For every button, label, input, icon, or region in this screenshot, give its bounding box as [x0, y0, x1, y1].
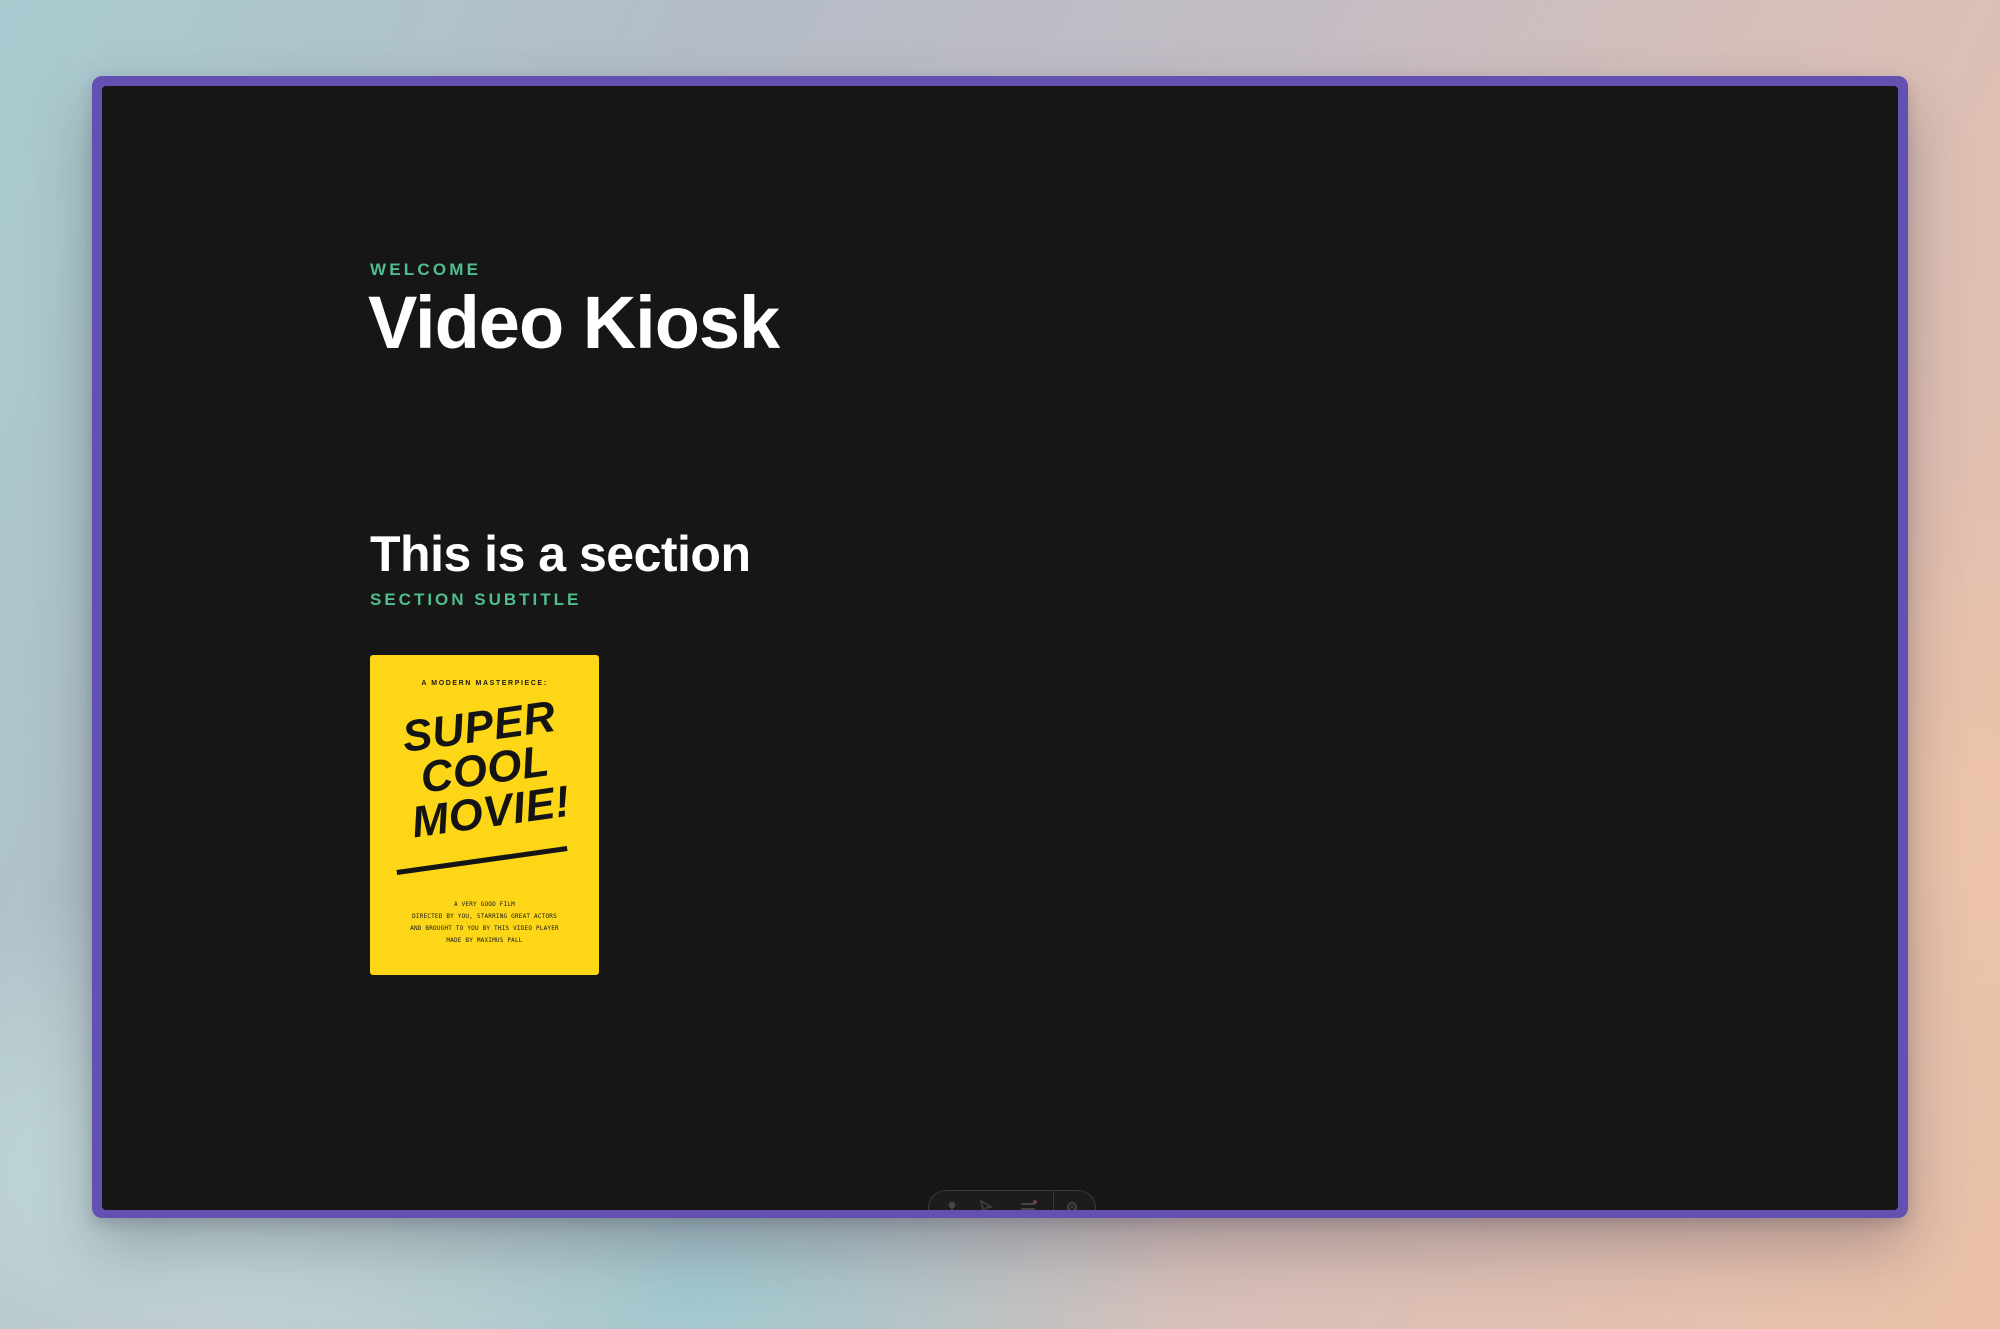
pin-icon[interactable]	[945, 1200, 959, 1210]
hero-header: WELCOME Video Kiosk	[368, 260, 780, 364]
poster-headline: SUPER COOL MOVIE!	[392, 692, 578, 848]
poster-credits: A VERY GOOD FILM DIRECTED BY YOU, STARRI…	[370, 899, 599, 947]
settings-icon[interactable]	[1065, 1200, 1079, 1210]
poster-credit-line: A VERY GOOD FILM	[454, 901, 515, 908]
poster-kicker: A MODERN MASTERPIECE:	[421, 680, 548, 687]
section-title: This is a section	[370, 526, 751, 582]
page-title: Video Kiosk	[368, 281, 780, 364]
poster-credit-line: MADE BY MAXIMUS PALL	[446, 937, 523, 944]
section-header: This is a section SECTION SUBTITLE	[370, 524, 751, 610]
welcome-eyebrow: WELCOME	[370, 260, 482, 279]
kiosk-window-frame: WELCOME Video Kiosk This is a section SE…	[92, 76, 1908, 1218]
movie-poster-card[interactable]: A MODERN MASTERPIECE: SUPER COOL MOVIE! …	[370, 655, 599, 975]
toolbar-divider	[1053, 1191, 1054, 1210]
poster-credit-line: AND BROUGHT TO YOU BY THIS VIDEO PLAYER	[410, 925, 559, 932]
poster-credit-line: DIRECTED BY YOU, STARRING GREAT ACTORS	[412, 913, 557, 920]
floating-toolbar	[928, 1190, 1096, 1210]
poster-underline	[396, 846, 568, 875]
section-subtitle: SECTION SUBTITLE	[370, 590, 582, 609]
menu-icon[interactable]	[1021, 1200, 1037, 1210]
kiosk-screen: WELCOME Video Kiosk This is a section SE…	[102, 86, 1898, 1210]
cursor-icon[interactable]	[979, 1199, 994, 1210]
